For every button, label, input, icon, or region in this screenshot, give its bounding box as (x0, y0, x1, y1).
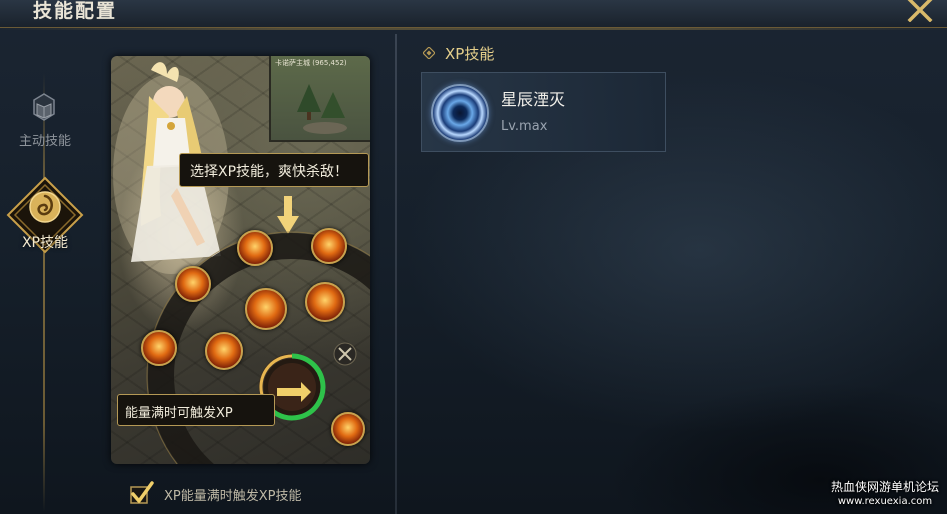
watermark-text: 热血侠网游单机论坛 (830, 480, 939, 494)
skill-name: 星辰湮灭 (501, 90, 566, 109)
fire-skill-orb (237, 230, 273, 266)
minimap-preview: 卡诺萨主城 (965,452) (269, 56, 370, 142)
xp-tutorial-banner: 卡诺萨主城 (965,452) 选择XP技能，爽快杀敌！ 能量满时可触发XP (111, 56, 370, 464)
fire-skill-orb (305, 282, 345, 322)
xp-skill-card[interactable]: 星辰湮灭 Lv.max (421, 72, 666, 152)
site-watermark: 热血侠网游单机论坛 www.rexuexia.com (826, 478, 944, 510)
tab-xp-skill-label: XP技能 (21, 235, 69, 251)
vortex-skill-icon (431, 84, 489, 142)
crossed-swords-icon (333, 342, 357, 366)
tree-icon (297, 84, 347, 134)
window-header: 技能配置 (0, 0, 947, 30)
diamond-bullet-icon (423, 47, 435, 59)
select-xp-callout: 选择XP技能，爽快杀敌！ (179, 153, 369, 187)
fire-skill-orb (175, 266, 211, 302)
close-button[interactable] (905, 0, 935, 23)
energy-full-callout: 能量满时可触发XP (117, 394, 275, 426)
fire-skill-orb (311, 228, 347, 264)
fire-skill-orb (331, 412, 365, 446)
skill-level: Lv.max (501, 119, 548, 134)
auto-trigger-label: XP能量满时触发XP技能 (164, 489, 302, 504)
book-icon (33, 93, 55, 121)
auto-trigger-xp-toggle[interactable]: XP能量满时触发XP技能 (128, 480, 368, 506)
minimap-location-label: 卡诺萨主城 (965,452) (275, 59, 347, 67)
fire-skill-orb (205, 332, 243, 370)
panel-divider (395, 34, 397, 514)
tab-xp-skill[interactable]: XP技能 (0, 174, 92, 254)
xp-skill-section-title: XP技能 (445, 45, 495, 63)
sidebar: 主动技能 XP技能 (0, 34, 92, 514)
watermark-url: www.rexuexia.com (837, 496, 933, 507)
fire-skill-orb (141, 330, 177, 366)
close-icon (907, 0, 933, 23)
fire-skill-orb (245, 288, 287, 330)
skill-config-window: 技能配置 主动技能 XP技能 卡诺萨主城 (965,452) 选择XP技能，爽快… (0, 0, 947, 514)
tab-active-skill[interactable]: 主动技能 (0, 90, 92, 164)
tab-active-skill-label: 主动技能 (18, 134, 71, 149)
checkbox-checked-icon[interactable] (128, 481, 154, 505)
window-title: 技能配置 (33, 0, 118, 22)
